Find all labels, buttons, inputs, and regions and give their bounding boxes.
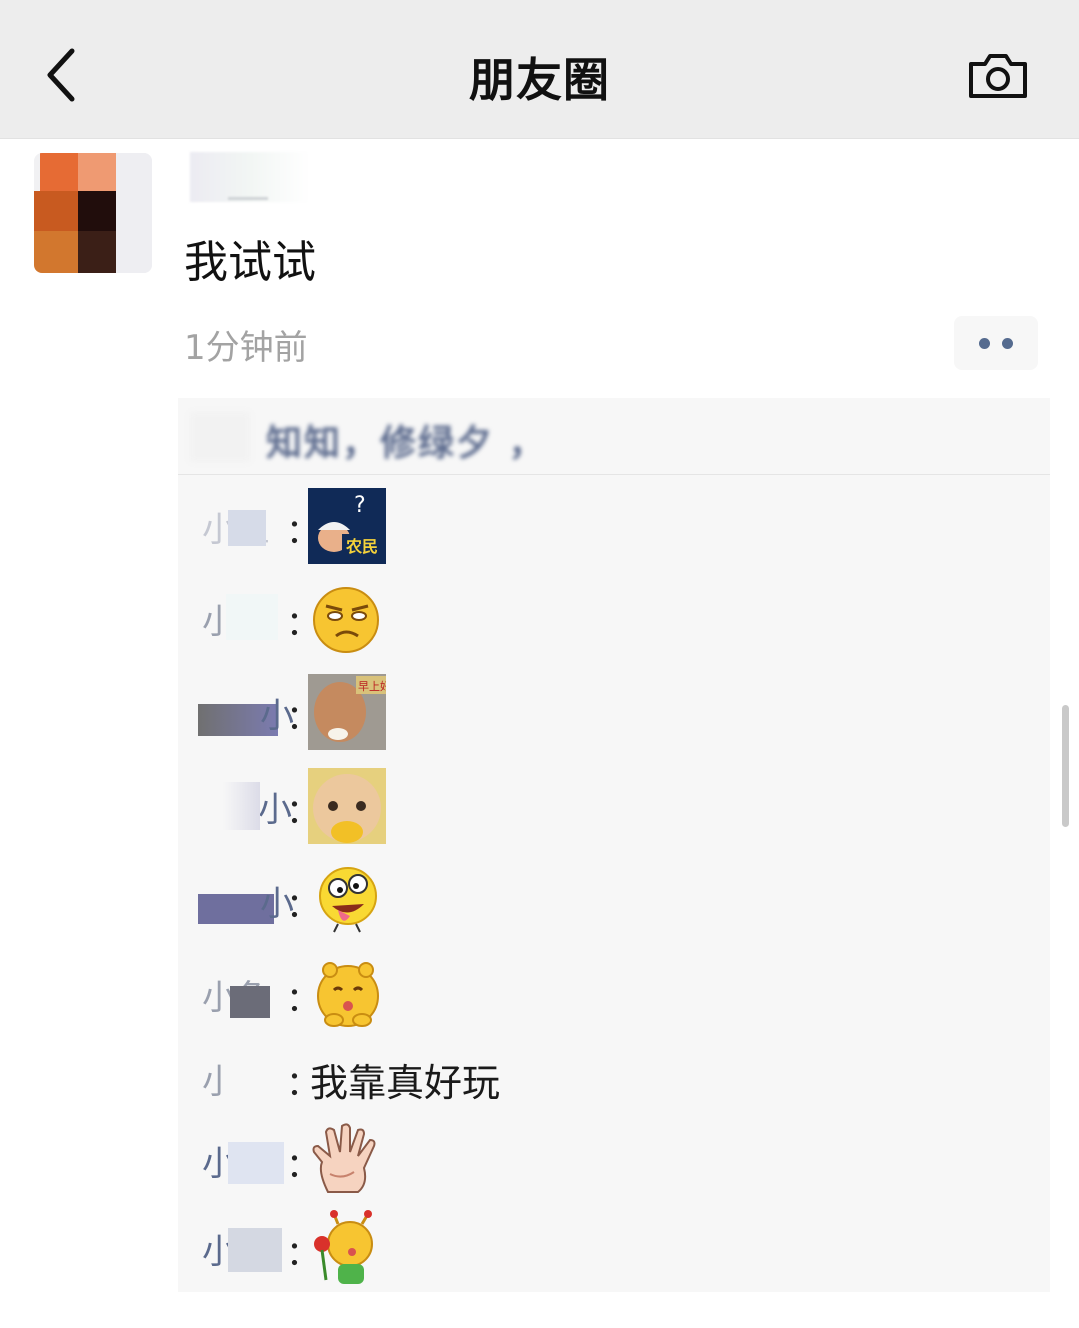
comment-row[interactable]: 小鱼 ： — [178, 856, 1050, 942]
commenter-name[interactable]: 小鱼 — [198, 1136, 294, 1184]
comment-row[interactable]: 小鱼 ： — [178, 1116, 1050, 1202]
commenter-name[interactable]: 小鱼 — [198, 1224, 294, 1272]
waving-hand-sticker[interactable] — [308, 1122, 386, 1198]
commenter-name[interactable]: 小鱼 — [198, 782, 294, 830]
navigation-bar: 朋友圈 — [0, 0, 1079, 139]
svg-text:早上好: 早上好 — [358, 679, 386, 693]
svg-text:农民: 农民 — [345, 537, 378, 556]
comment-text: 我靠真好玩 — [310, 1061, 501, 1105]
commenter-name[interactable]: 小鱼 — [198, 876, 294, 924]
comment-panel: 知知，修绿夕 ， 小鱼 ： ? 农民 小鱼 ： — [178, 398, 1050, 1292]
comment-row[interactable]: 小鱼 ： 我靠真好玩 — [178, 1034, 1050, 1120]
comment-row[interactable]: 小鱼 ： ? 农民 — [178, 482, 1050, 568]
comment-row[interactable]: 小鱼 ： — [178, 574, 1050, 660]
like-names[interactable]: 知知，修绿夕 ， — [266, 414, 547, 466]
comment-row[interactable]: 小鱼 ： 早上好 — [178, 668, 1050, 754]
crazy-tongue-emoji-sticker[interactable] — [308, 862, 386, 938]
scrollbar[interactable] — [1062, 705, 1069, 827]
kiss-hug-emoji-sticker[interactable] — [308, 956, 386, 1032]
bald-man-meme-sticker[interactable]: 早上好 — [308, 674, 391, 750]
comment-row[interactable]: 小鱼 ： — [178, 762, 1050, 848]
more-dots-icon — [979, 337, 990, 349]
more-button[interactable] — [954, 316, 1038, 370]
avatar[interactable] — [34, 153, 152, 273]
farmer-meme-sticker[interactable]: ? 农民 — [308, 488, 386, 564]
comment-row[interactable]: 小鱼 ： — [178, 1204, 1050, 1290]
page-title: 朋友圈 — [469, 53, 610, 107]
post-text: 我试试 — [184, 237, 316, 288]
smirk-emoji-sticker[interactable] — [308, 580, 386, 656]
post-time: 1分钟前 — [184, 328, 308, 368]
commenter-name[interactable]: 小鱼 — [198, 1054, 294, 1102]
camera-icon — [969, 54, 1027, 98]
likes-row: 知知，修绿夕 ， — [178, 398, 1050, 475]
rose-kiss-emoji-sticker[interactable] — [308, 1210, 386, 1286]
commenter-name[interactable]: 小鱼 — [198, 594, 294, 642]
camera-button[interactable] — [958, 40, 1038, 110]
commenter-name[interactable]: 小鱼 — [198, 502, 294, 550]
username-blurred[interactable] — [190, 152, 310, 202]
svg-text:?: ? — [354, 493, 366, 518]
baby-face-sticker[interactable] — [308, 768, 386, 844]
comment-row[interactable]: 小鱼 ： — [178, 950, 1050, 1036]
commenter-name[interactable]: 小鱼 — [198, 688, 294, 736]
commenter-name[interactable]: 小鱼 — [198, 970, 294, 1018]
